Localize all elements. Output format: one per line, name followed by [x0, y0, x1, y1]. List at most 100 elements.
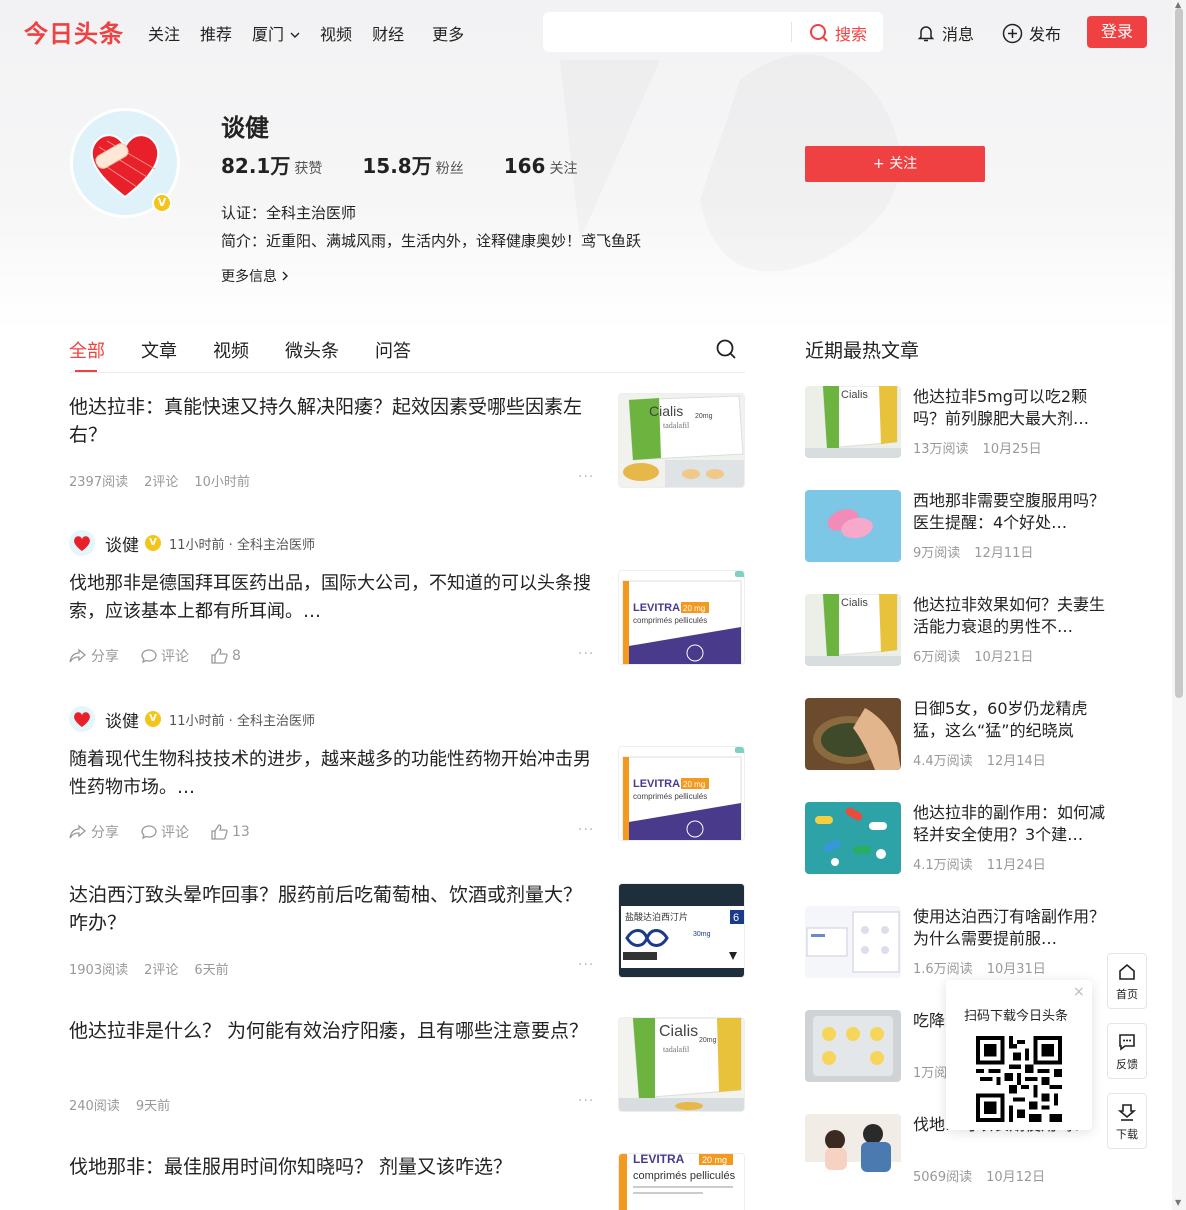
hot-article-item[interactable]: 日御5女，60岁仍龙精虎猛，这么“猛”的纪晓岚有… 4.4万阅读 12月14日 — [805, 698, 1105, 770]
hot-article-thumbnail[interactable] — [805, 1114, 901, 1186]
post-thumbnail[interactable]: LEVITRA 20 mg comprimés pelliculés — [618, 746, 745, 841]
more-options-icon[interactable]: ··· — [578, 646, 594, 662]
hot-article-meta: 6万阅读 10月21日 — [913, 646, 1033, 665]
login-button[interactable]: 登录 — [1087, 16, 1147, 48]
more-info-label: 更多信息 — [221, 269, 277, 285]
read-count: 13万阅读 — [913, 442, 969, 457]
fans-stat[interactable]: 15.8万 粉丝 — [362, 150, 463, 179]
thumbs-up-icon — [211, 824, 228, 840]
more-options-icon[interactable]: ··· — [578, 469, 594, 485]
tab-qa[interactable]: 问答 — [375, 337, 411, 363]
like-button[interactable]: 13 — [211, 824, 250, 840]
hot-article-item[interactable]: 使用达泊西汀有啥副作用？为什么需要提前服… 1.6万阅读 10月31日 — [805, 906, 1105, 978]
feed-article[interactable]: 达泊西汀致头晕咋回事？服药前后吃葡萄柚、饮酒或剂量大？ 咋办？ 1903阅读 2… — [69, 881, 745, 981]
messages-button[interactable]: 消息 — [916, 21, 974, 45]
hot-article-thumbnail[interactable] — [805, 490, 901, 562]
hot-article-thumbnail[interactable] — [805, 698, 901, 770]
hot-article-thumbnail[interactable] — [805, 906, 901, 978]
toutiao-logo[interactable]: 今日头条 — [24, 14, 124, 49]
author-name[interactable]: 谈健 — [105, 531, 139, 556]
author-meta: 11小时前 · 全科主治医师 — [169, 713, 315, 729]
hot-article-item[interactable]: Cialis 他达拉非5mg可以吃2颗吗？前列腺肥大最大剂… 13万阅读 10月2… — [805, 386, 1105, 458]
more-options-icon[interactable]: ··· — [578, 957, 594, 973]
more-options-icon[interactable]: ··· — [578, 1093, 594, 1109]
tab-micro[interactable]: 微头条 — [285, 337, 339, 363]
search-button[interactable]: 搜索 — [809, 21, 867, 45]
tab-articles[interactable]: 文章 — [141, 337, 177, 363]
author-avatar[interactable] — [69, 530, 95, 556]
nav-item-city[interactable]: 厦门 — [252, 21, 300, 45]
hot-article-meta: 1.6万阅读 10月31日 — [913, 958, 1046, 977]
profile-stats: 82.1万 获赞 15.8万 粉丝 166 关注 — [221, 150, 617, 179]
feedback-tool-label: 反馈 — [1116, 1058, 1138, 1071]
publish-time: 10小时前 — [194, 475, 250, 490]
article-title[interactable]: 他达拉非是什么？ 为何能有效治疗阳痿，且有哪些注意要点？ — [69, 1017, 599, 1045]
search-input[interactable] — [553, 20, 783, 44]
scroll-down-arrow-icon[interactable]: ▼ — [1175, 1198, 1181, 1207]
more-info-link[interactable]: 更多信息 — [221, 266, 289, 286]
share-button[interactable]: 分享 — [69, 646, 119, 666]
levitra-box-image: LEVITRA 20 mg comprimés pelliculés — [619, 571, 744, 664]
hot-article-thumbnail[interactable]: Cialis — [805, 386, 901, 458]
post-text[interactable]: 随着现代生物科技技术的进步，越来越多的功能性药物开始冲击男性药物市场。… — [69, 746, 599, 802]
scroll-up-arrow-icon[interactable]: ▲ — [1175, 0, 1181, 9]
nav-item-more[interactable]: 更多 — [432, 21, 464, 45]
post-author[interactable]: 谈健 V 11小时前 · 全科主治医师 — [69, 530, 315, 556]
feed-article[interactable]: 他达拉非是什么？ 为何能有效治疗阳痿，且有哪些注意要点？ 240阅读 9天前 ·… — [69, 1017, 745, 1117]
scrollbar-thumb[interactable] — [1175, 8, 1183, 698]
hot-article-title[interactable]: 西地那非需要空腹服用吗？医生提醒：4个好处… — [913, 490, 1105, 534]
hot-article-title[interactable]: 他达拉非的副作用：如何减轻并安全使用？3个建… — [913, 802, 1105, 846]
hot-article-meta: 9万阅读 12月11日 — [913, 542, 1033, 561]
feed-article[interactable]: 伐地那非：最佳服用时间你知晓吗？ 剂量又该咋选？ LEVITRA 20 mg c… — [69, 1153, 745, 1210]
comment-button[interactable]: 评论 — [141, 822, 189, 842]
share-button[interactable]: 分享 — [69, 822, 119, 842]
tab-videos[interactable]: 视频 — [213, 337, 249, 363]
feed-micro-post[interactable]: 谈健 V 11小时前 · 全科主治医师 随着现代生物科技技术的进步，越来越多的功… — [69, 706, 745, 846]
article-title[interactable]: 他达拉非：真能快速又持久解决阳痿？起效因素受哪些因素左右？ — [69, 393, 599, 449]
feed-micro-post[interactable]: 谈健 V 11小时前 · 全科主治医师 伐地那非是德国拜耳医药出品，国际大公司，… — [69, 530, 745, 670]
feedback-tool-button[interactable]: 反馈 — [1107, 1023, 1147, 1079]
article-title[interactable]: 达泊西汀致头晕咋回事？服药前后吃葡萄柚、饮酒或剂量大？ 咋办？ — [69, 881, 599, 937]
hot-article-item[interactable]: 西地那非需要空腹服用吗？医生提醒：4个好处… 9万阅读 12月11日 — [805, 490, 1105, 562]
search-icon[interactable] — [715, 338, 737, 360]
article-thumbnail[interactable]: Cialis 20mg tadalafil — [618, 1017, 745, 1112]
post-text[interactable]: 伐地那非是德国拜耳医药出品，国际大公司，不知道的可以头条搜索，应该基本上都有所耳… — [69, 570, 599, 626]
article-thumbnail[interactable]: LEVITRA 20 mg comprimés pelliculés — [618, 1153, 745, 1210]
qr-download-text: 扫码下载今日头条 — [964, 1009, 1069, 1024]
hot-article-item[interactable]: Cialis 他达拉非效果如何？夫妻生活能力衰退的男性不… 6万阅读 10月21日 — [805, 594, 1105, 666]
hot-article-thumbnail[interactable] — [805, 1010, 901, 1082]
levitra-dose-label: 20 mg — [683, 780, 705, 789]
publish-button[interactable]: 发布 — [1002, 21, 1061, 45]
like-button[interactable]: 8 — [211, 648, 241, 664]
hot-article-title[interactable]: 使用达泊西汀有啥副作用？为什么需要提前服… — [913, 906, 1105, 950]
article-thumbnail[interactable]: 盐酸达泊西汀片 6 30mg — [618, 883, 745, 978]
home-tool-button[interactable]: 首页 — [1107, 953, 1147, 1009]
hot-article-item[interactable]: 他达拉非的副作用：如何减轻并安全使用？3个建… 4.1万阅读 11月24日 — [805, 802, 1105, 874]
author-avatar[interactable] — [69, 706, 95, 732]
follow-button[interactable]: + 关注 — [805, 146, 985, 182]
dapox-number-label: 6 — [733, 912, 739, 924]
author-name[interactable]: 谈健 — [105, 707, 139, 732]
profile-name: 谈健 — [221, 114, 269, 142]
tab-all[interactable]: 全部 — [69, 337, 105, 372]
share-icon — [69, 824, 87, 839]
hot-article-title[interactable]: 他达拉非效果如何？夫妻生活能力衰退的男性不… — [913, 594, 1105, 638]
nav-item-recommend[interactable]: 推荐 — [200, 21, 232, 45]
post-thumbnail[interactable]: LEVITRA 20 mg comprimés pelliculés — [618, 570, 745, 665]
download-tool-button[interactable]: 下载 — [1107, 1093, 1147, 1149]
nav-item-finance[interactable]: 财经 — [372, 21, 404, 45]
post-author[interactable]: 谈健 V 11小时前 · 全科主治医师 — [69, 706, 315, 732]
hot-article-thumbnail[interactable]: Cialis — [805, 594, 901, 666]
close-icon[interactable]: × — [1073, 984, 1085, 1000]
feed-article[interactable]: 他达拉非：真能快速又持久解决阳痿？起效因素受哪些因素左右？ 2397阅读 2评论… — [69, 393, 745, 493]
hot-article-title[interactable]: 日御5女，60岁仍龙精虎猛，这么“猛”的纪晓岚有… — [913, 698, 1105, 742]
hot-article-title[interactable]: 他达拉非5mg可以吃2颗吗？前列腺肥大最大剂… — [913, 386, 1105, 430]
nav-item-video[interactable]: 视频 — [320, 21, 352, 45]
article-thumbnail[interactable]: Cialis 20mg tadalafil — [618, 393, 745, 488]
following-stat[interactable]: 166 关注 — [504, 154, 578, 178]
hot-article-thumbnail[interactable] — [805, 802, 901, 874]
article-title[interactable]: 伐地那非：最佳服用时间你知晓吗？ 剂量又该咋选？ — [69, 1153, 599, 1181]
nav-item-follow[interactable]: 关注 — [148, 21, 180, 45]
comment-button[interactable]: 评论 — [141, 646, 189, 666]
more-options-icon[interactable]: ··· — [578, 822, 594, 838]
